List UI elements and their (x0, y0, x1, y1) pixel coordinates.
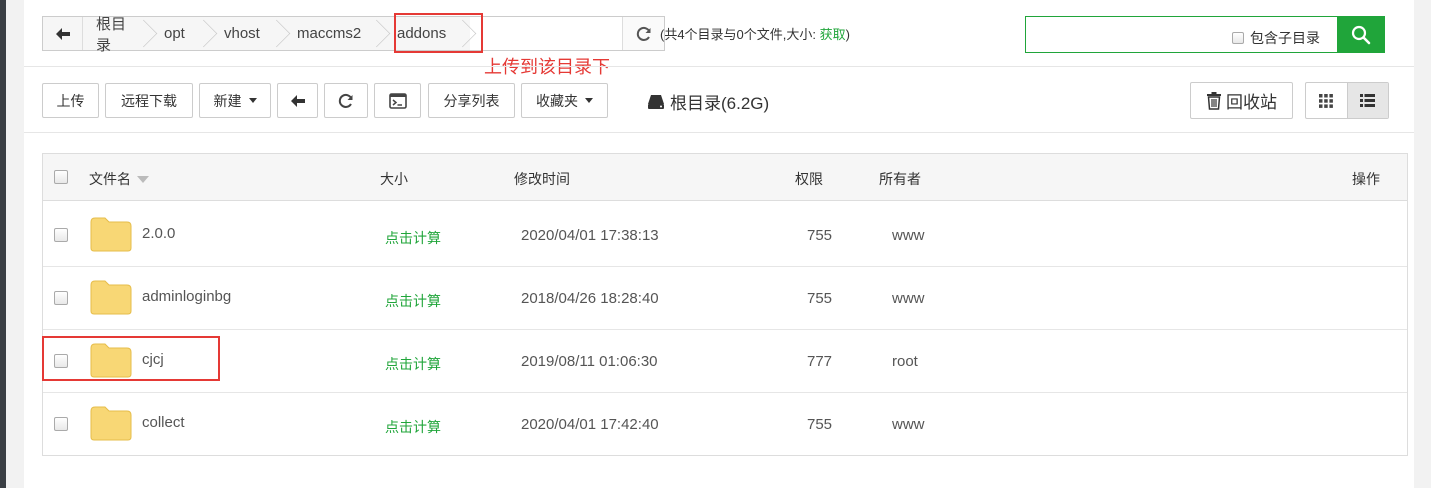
column-header-actions: 操作 (1352, 171, 1380, 187)
trash-icon (1207, 91, 1221, 110)
include-subdir-check[interactable] (1232, 32, 1244, 44)
column-header-perm: 权限 (795, 171, 823, 187)
owner[interactable]: root (892, 353, 918, 370)
divider (24, 66, 1414, 67)
calc-size-link[interactable]: 点击计算 (385, 291, 441, 311)
file-name[interactable]: collect (142, 414, 185, 431)
path-bar: 根目录 opt vhost maccms2 addons (42, 16, 665, 54)
share-list-button[interactable]: 分享列表 (428, 83, 515, 118)
column-header-name[interactable]: 文件名 (89, 169, 149, 189)
modified-time: 2019/08/11 01:06:30 (521, 353, 658, 370)
calc-size-link[interactable]: 点击计算 (385, 354, 441, 374)
disk-selector[interactable]: 根目录(6.2G) (647, 89, 769, 114)
modified-time: 2020/04/01 17:42:40 (521, 416, 659, 433)
calc-size-link[interactable]: 点击计算 (385, 417, 441, 437)
file-name[interactable]: 2.0.0 (142, 225, 175, 242)
permission[interactable]: 755 (807, 290, 832, 307)
refresh-icon (338, 93, 353, 108)
row-checkbox[interactable] (54, 291, 68, 305)
favorites-dropdown-button[interactable]: 收藏夹 (521, 83, 608, 118)
folder-icon (90, 280, 132, 315)
folder-icon (90, 406, 132, 441)
file-name[interactable]: adminloginbg (142, 288, 231, 305)
refresh-button[interactable] (324, 83, 368, 118)
table-row[interactable]: adminloginbg 点击计算 2018/04/26 18:28:40 75… (43, 267, 1407, 330)
list-view-button[interactable] (1346, 83, 1388, 118)
file-manager-panel: 根目录 opt vhost maccms2 addons 上传到该目录下 (共4… (24, 0, 1414, 488)
path-back-button[interactable] (43, 17, 83, 50)
select-all-checkbox[interactable] (54, 170, 68, 184)
table-row[interactable]: 2.0.0 点击计算 2020/04/01 17:38:13 755 www (43, 204, 1407, 267)
table-row[interactable]: collect 点击计算 2020/04/01 17:42:40 755 www (43, 393, 1407, 456)
directory-summary: (共4个目录与0个文件,大小: 获取) (660, 27, 850, 42)
permission[interactable]: 755 (807, 227, 832, 244)
arrow-left-icon (55, 27, 70, 40)
calc-size-link[interactable]: 点击计算 (385, 228, 441, 248)
owner[interactable]: www (892, 416, 925, 433)
breadcrumb-item-root[interactable]: 根目录 (83, 16, 151, 54)
fetch-size-link[interactable]: 获取 (820, 27, 846, 42)
breadcrumb-item-vhost[interactable]: vhost (211, 17, 284, 50)
column-header-size: 大小 (380, 171, 408, 187)
row-checkbox[interactable] (54, 417, 68, 431)
breadcrumb-item-opt[interactable]: opt (151, 17, 211, 50)
remote-download-button[interactable]: 远程下载 (105, 83, 193, 118)
highlight-box-cjcj (42, 336, 220, 381)
sort-down-icon (137, 175, 149, 183)
view-toggle (1305, 82, 1389, 119)
recycle-bin-button[interactable]: 回收站 (1190, 82, 1293, 119)
include-subdir-checkbox[interactable]: 包含子目录 (1232, 28, 1320, 48)
search-input[interactable]: 包含子目录 (1025, 16, 1338, 53)
row-checkbox[interactable] (54, 228, 68, 242)
caret-down-icon (585, 98, 593, 103)
back-button[interactable] (277, 83, 318, 118)
search-button[interactable] (1337, 16, 1385, 53)
permission[interactable]: 777 (807, 353, 832, 370)
path-input-area[interactable] (470, 17, 622, 50)
path-refresh-button[interactable] (622, 17, 664, 50)
caret-down-icon (248, 98, 257, 103)
owner[interactable]: www (892, 227, 925, 244)
modified-time: 2018/04/26 18:28:40 (521, 290, 659, 307)
arrow-left-icon (290, 94, 305, 107)
breadcrumb: 根目录 opt vhost maccms2 addons (83, 16, 622, 54)
list-view-icon (1360, 94, 1376, 107)
divider (24, 132, 1414, 133)
upload-button[interactable]: 上传 (42, 83, 99, 118)
file-table: 文件名 大小 修改时间 权限 所有者 操作 2.0.0 点击计算 2020/04… (42, 153, 1408, 456)
grid-view-icon (1319, 93, 1334, 108)
table-row[interactable]: cjcj 点击计算 2019/08/11 01:06:30 777 root (43, 330, 1407, 393)
column-header-mtime: 修改时间 (514, 171, 570, 187)
terminal-icon (388, 92, 407, 109)
window-left-edge (0, 0, 6, 488)
hdd-icon (648, 94, 664, 109)
refresh-icon (636, 26, 650, 41)
breadcrumb-item-maccms2[interactable]: maccms2 (284, 17, 384, 50)
grid-view-button[interactable] (1306, 83, 1347, 118)
column-header-owner: 所有者 (879, 171, 921, 187)
terminal-button[interactable] (374, 83, 421, 118)
folder-icon (90, 217, 132, 252)
table-header: 文件名 大小 修改时间 权限 所有者 操作 (43, 154, 1407, 201)
modified-time: 2020/04/01 17:38:13 (521, 227, 659, 244)
owner[interactable]: www (892, 290, 925, 307)
new-dropdown-button[interactable]: 新建 (199, 83, 271, 118)
search-icon (1351, 25, 1371, 44)
permission[interactable]: 755 (807, 416, 832, 433)
